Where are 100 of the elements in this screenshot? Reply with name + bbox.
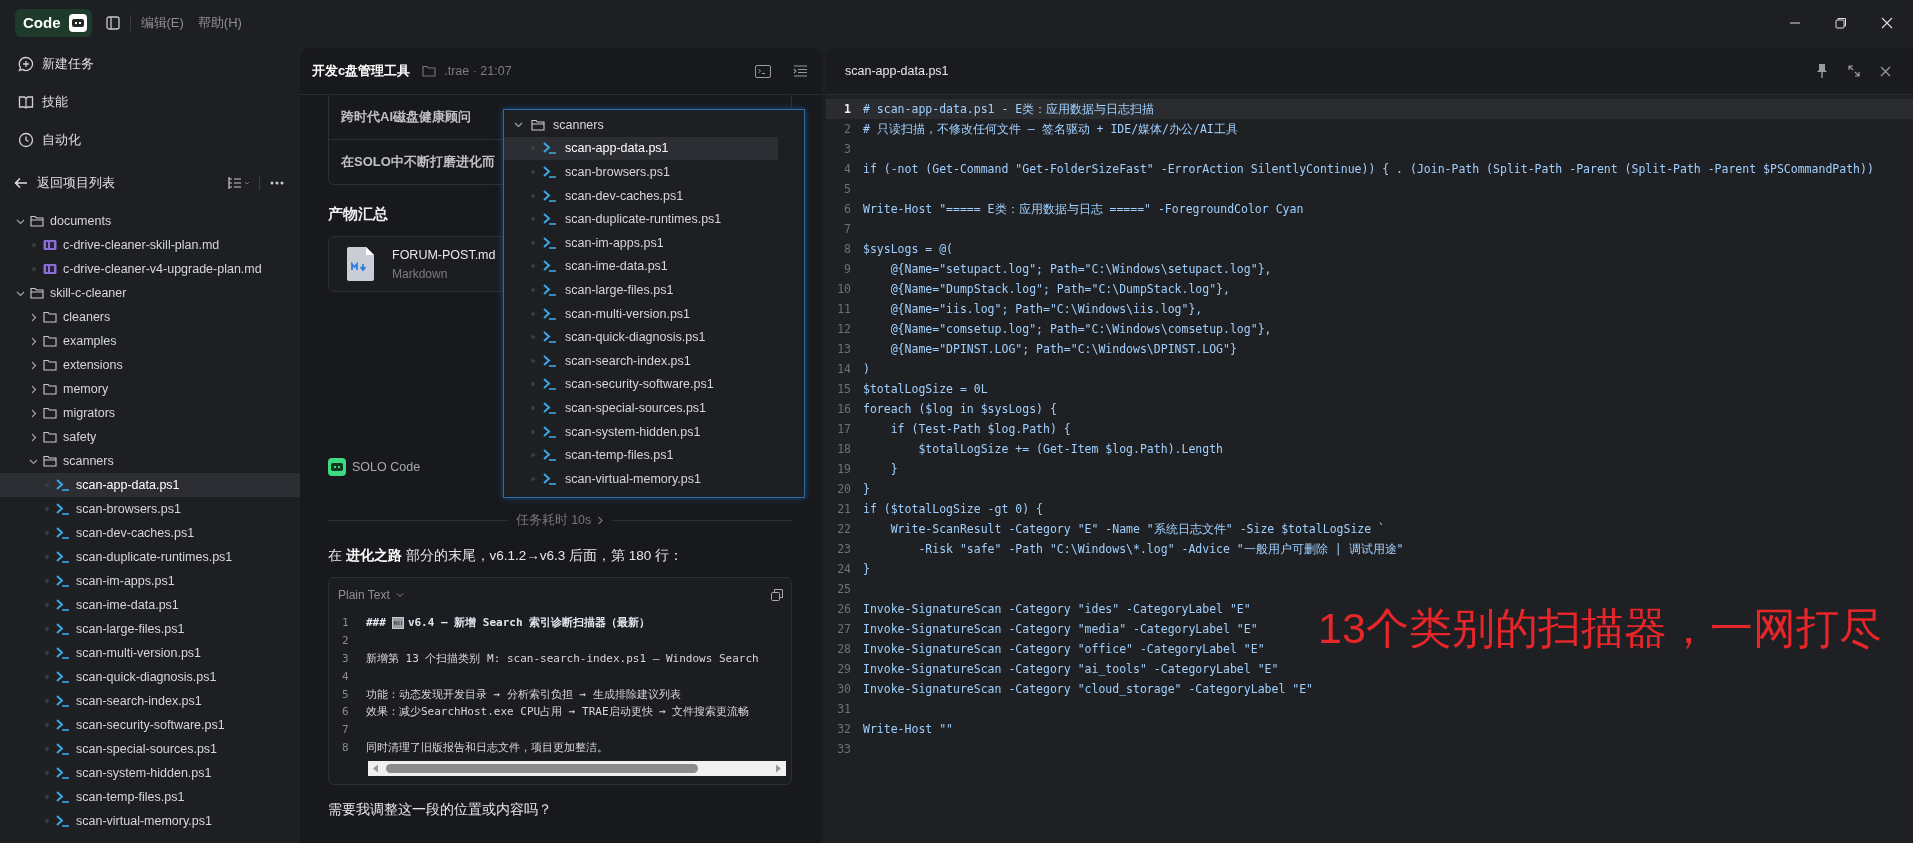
file-tree-item[interactable]: scan-temp-files.ps1 [0, 785, 300, 809]
file-tree-item[interactable]: scan-search-index.ps1 [504, 348, 778, 373]
code-text: Write-Host "" [863, 722, 953, 736]
terminal-prompt-icon [56, 791, 70, 803]
folder-icon [422, 65, 437, 77]
terminal-prompt-icon [56, 599, 70, 611]
message-text: 需要我调整这一段的位置或内容吗？ [328, 801, 553, 820]
file-tree-item[interactable]: scan-ime-data.ps1 [0, 593, 300, 617]
folder-icon [531, 118, 545, 131]
file-tree-item[interactable]: scan-security-software.ps1 [504, 372, 778, 397]
task-duration-toggle[interactable]: 任务耗时 10s [515, 512, 605, 529]
folder-icon [30, 287, 44, 299]
line-number: 15 [836, 382, 851, 396]
file-tree-item[interactable]: scan-browsers.ps1 [0, 497, 300, 521]
list-tree-icon[interactable] [227, 176, 249, 190]
terminal-prompt-icon [56, 719, 70, 731]
folder-icon [43, 383, 57, 395]
expand-icon[interactable] [1848, 65, 1860, 77]
copy-icon[interactable] [771, 589, 783, 601]
sidebar-toggle-icon[interactable] [105, 15, 120, 30]
terminal-prompt-icon [543, 142, 557, 155]
file-tree-item[interactable]: scan-special-sources.ps1 [0, 737, 300, 761]
file-tree-item[interactable]: scan-quick-diagnosis.ps1 [0, 665, 300, 689]
nav-item[interactable]: 自动化 [0, 121, 300, 159]
terminal-prompt-icon [56, 623, 70, 635]
menu-item[interactable]: 编辑(E) [140, 13, 184, 32]
file-tree-item[interactable]: scan-dev-caches.ps1 [0, 521, 300, 545]
close-icon[interactable] [1880, 65, 1891, 77]
file-tree-item[interactable]: scan-virtual-memory.ps1 [504, 466, 778, 491]
file-tree-item[interactable]: scan-system-hidden.ps1 [504, 419, 778, 444]
folder-icon [43, 311, 57, 323]
terminal-prompt-icon [56, 575, 70, 587]
code-text: foreach ($log in $sysLogs) { [863, 402, 1057, 416]
file-tree-item[interactable]: scan-temp-files.ps1 [504, 443, 778, 467]
code-text: # 只读扫描，不修改任何文件 — 签名驱动 + IDE/媒体/办公/AI工具 [863, 121, 1238, 137]
line-number: 6 [843, 202, 851, 216]
code-text: } [889, 462, 898, 476]
file-tree-item[interactable]: examples [0, 329, 300, 353]
app-mode-badge[interactable]: Code [15, 8, 92, 37]
folder-item[interactable]: scanners [504, 113, 804, 137]
line-number: 3 [843, 142, 851, 156]
line-number: 32 [836, 722, 851, 736]
terminal-prompt-icon [543, 354, 557, 367]
file-tree-item[interactable]: scan-system-hidden.ps1 [0, 761, 300, 785]
file-tree-item[interactable]: scan-browsers.ps1 [504, 160, 778, 184]
back-link[interactable]: 返回项目列表 [14, 174, 115, 192]
line-number: 33 [836, 742, 851, 756]
file-tree-item[interactable]: skill-c-cleaner [0, 281, 300, 305]
code-text: Invoke-SignatureScan -Category "cloud_storage" -CategoryLabel "E" [863, 682, 1314, 696]
file-tree-item[interactable]: migrators [0, 401, 300, 425]
language-dropdown[interactable]: Plain Text [338, 588, 404, 602]
line-number: 2 [341, 634, 350, 648]
terminal-prompt-icon [543, 236, 557, 249]
line-number: 23 [836, 542, 851, 556]
file-tree-item[interactable]: memory [0, 377, 300, 401]
task-location: .trae · 21:07 [444, 64, 512, 78]
book-icon [18, 94, 34, 110]
nav-item[interactable]: 技能 [0, 83, 300, 121]
file-tree-item[interactable]: c-drive-cleaner-v4-upgrade-plan.md [0, 257, 300, 281]
file-tree-item[interactable]: scan-virtual-memory.ps1 [0, 809, 300, 833]
terminal-prompt-icon [543, 307, 557, 320]
caret-icon [395, 592, 404, 598]
line-number: 29 [836, 662, 851, 676]
nav-item[interactable]: 新建任务 [0, 45, 300, 83]
line-number: 4 [843, 162, 851, 176]
line-number: 14 [836, 362, 851, 376]
file-tree-item[interactable]: scan-im-apps.ps1 [0, 569, 300, 593]
file-tree-item[interactable]: scan-large-files.ps1 [0, 617, 300, 641]
file-tree-item[interactable]: scan-duplicate-runtimes.ps1 [0, 545, 300, 569]
file-tree-item[interactable]: scanners [0, 449, 300, 473]
file-tree-item[interactable]: scan-app-data.ps1 [504, 136, 778, 161]
file-tree-item[interactable]: safety [0, 425, 300, 449]
horizontal-scrollbar[interactable] [368, 761, 786, 777]
file-type: Markdown [392, 266, 449, 281]
code-text: if (-not (Get-Command "Get-FolderSizeFast" -ErrorAction SilentlyContinue)) { . (Join-Path (Split-Path -Parent (Split-Path -Parent $PSCommandPath)) [863, 162, 1874, 176]
file-tree-item[interactable]: scan-security-software.ps1 [0, 713, 300, 737]
file-tree-item[interactable]: scan-multi-version.ps1 [504, 301, 778, 326]
menu-item[interactable]: 帮助(H) [197, 13, 242, 32]
more-icon[interactable] [270, 181, 284, 185]
file-tree-item[interactable]: cleaners [0, 305, 300, 329]
restore-icon[interactable] [1835, 16, 1847, 29]
file-tree-item[interactable]: extensions [0, 353, 300, 377]
file-tree-item[interactable]: scan-multi-version.ps1 [0, 641, 300, 665]
code-text: v6.4 — 新增 Search 索引诊断扫描器（最新） [407, 615, 651, 631]
file-tree-item[interactable]: scan-search-index.ps1 [0, 689, 300, 713]
file-tree-item[interactable]: scan-app-data.ps1 [0, 473, 300, 497]
panel-list-icon[interactable] [793, 65, 808, 77]
terminal-icon[interactable] [755, 64, 771, 78]
code-text: # scan-app-data.ps1 - E类：应用数据与日志扫描 [863, 101, 1155, 117]
file-tree-item[interactable]: scan-quick-diagnosis.ps1 [504, 325, 778, 349]
file-tree-item[interactable]: scan-dev-caches.ps1 [504, 183, 778, 208]
line-number: 2 [843, 122, 851, 136]
file-tree-item[interactable]: documents [0, 209, 300, 233]
editor-tab[interactable]: scan-app-data.ps1 [845, 64, 949, 78]
line-number: 11 [836, 302, 851, 316]
file-tree-item[interactable]: scan-special-sources.ps1 [504, 396, 778, 420]
file-tree-item[interactable]: scan-duplicate-runtimes.ps1 [504, 207, 778, 231]
pin-icon[interactable] [1816, 64, 1828, 78]
code-text: if (Test-Path $log.Path) { [889, 422, 1071, 436]
file-tree-item[interactable]: c-drive-cleaner-skill-plan.md [0, 233, 300, 257]
